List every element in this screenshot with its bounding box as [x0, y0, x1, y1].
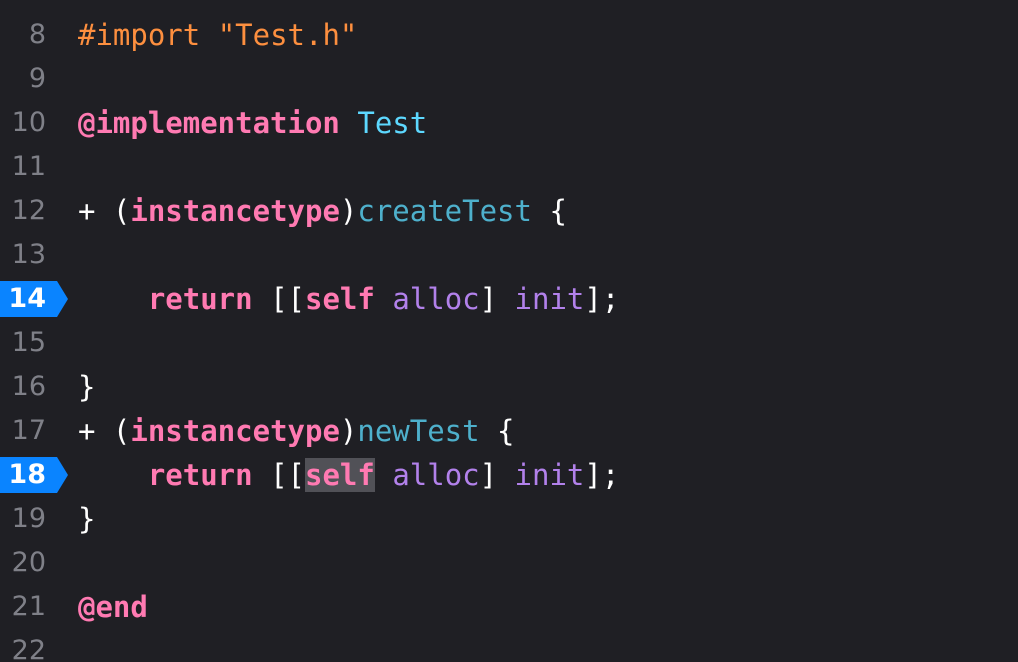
line-number: 18 [8, 459, 46, 490]
line-number[interactable]: 8 [0, 13, 46, 57]
code-line[interactable]: 17 + (instancetype)newTest { [0, 409, 1018, 453]
highlighted-token: self [305, 458, 375, 492]
code-line[interactable]: 13 [0, 233, 1018, 277]
line-number[interactable]: 12 [0, 189, 46, 233]
code-token: instancetype [130, 194, 340, 228]
code-text[interactable]: #import "Test.h" [78, 13, 357, 57]
line-number[interactable]: 16 [0, 365, 46, 409]
code-line[interactable]: 21 @end [0, 585, 1018, 629]
code-line[interactable]: 22 [0, 629, 1018, 662]
line-number[interactable]: 17 [0, 409, 46, 453]
code-token: ]; [584, 458, 620, 492]
line-number: 14 [8, 283, 46, 314]
code-text[interactable]: + (instancetype)createTest { [78, 189, 567, 233]
code-token: init [514, 282, 585, 316]
code-text[interactable]: @implementation Test [78, 101, 427, 145]
line-number[interactable]: 20 [0, 541, 46, 585]
code-line[interactable]: 10 @implementation Test [0, 101, 1018, 145]
code-token: @implementation [78, 106, 340, 140]
code-line[interactable]: 19} [0, 497, 1018, 541]
code-line[interactable]: 15 [0, 321, 1018, 365]
breakpoint-marker[interactable]: 18 [0, 457, 68, 493]
code-line[interactable]: 8 #import "Test.h" [0, 13, 1018, 57]
code-token: "Test.h" [217, 18, 358, 52]
code-line[interactable]: 16} [0, 365, 1018, 409]
code-line[interactable]: 18 return [[self alloc] init]; [0, 453, 1018, 497]
code-token: ]; [584, 282, 620, 316]
code-token: return [147, 282, 253, 316]
code-token: ] [479, 282, 515, 316]
code-token: ) [339, 194, 358, 228]
code-token: { [479, 414, 515, 448]
code-line[interactable]: 14 return [[self alloc] init]; [0, 277, 1018, 321]
code-token: newTest [357, 414, 480, 448]
line-number[interactable]: 19 [0, 497, 46, 541]
line-number[interactable]: 21 [0, 585, 46, 629]
code-token: } [78, 370, 96, 404]
code-token: + ( [78, 194, 131, 228]
code-token: { [531, 194, 567, 228]
line-number[interactable]: 15 [0, 321, 46, 365]
line-number[interactable]: 11 [0, 145, 46, 189]
code-token: self [305, 282, 375, 316]
line-number[interactable]: 22 [0, 629, 46, 662]
code-token: instancetype [130, 414, 340, 448]
code-token: } [78, 502, 96, 536]
code-text[interactable]: @end [78, 585, 148, 629]
code-token: ) [339, 414, 358, 448]
code-token: createTest [357, 194, 532, 228]
line-number[interactable]: 10 [0, 101, 46, 145]
code-token: Test [357, 106, 428, 140]
line-number[interactable]: 13 [0, 233, 46, 277]
code-token: alloc [392, 458, 480, 492]
code-token: @end [78, 590, 148, 624]
code-text[interactable]: + (instancetype)newTest { [78, 409, 515, 453]
code-line[interactable]: 11 [0, 145, 1018, 189]
line-number[interactable]: 9 [0, 57, 46, 101]
code-line[interactable]: 20 [0, 541, 1018, 585]
code-token: + ( [78, 414, 131, 448]
code-text[interactable]: } [78, 365, 95, 409]
code-token: return [147, 458, 253, 492]
code-token: init [514, 458, 585, 492]
code-editor[interactable]: 8 #import "Test.h" 9 10 @implementation Test… [0, 0, 1018, 662]
code-token: #import [78, 18, 218, 52]
code-line[interactable]: 12 + (instancetype)createTest { [0, 189, 1018, 233]
code-line[interactable]: 9 [0, 57, 1018, 101]
code-text[interactable]: return [[self alloc] init]; [78, 453, 619, 497]
breakpoint-marker[interactable]: 14 [0, 281, 68, 317]
code-token: [[ [252, 282, 305, 316]
code-token: ] [479, 458, 515, 492]
code-token: alloc [392, 282, 480, 316]
code-token: [[ [252, 458, 305, 492]
code-text[interactable]: } [78, 497, 95, 541]
code-text[interactable]: return [[self alloc] init]; [78, 277, 619, 321]
